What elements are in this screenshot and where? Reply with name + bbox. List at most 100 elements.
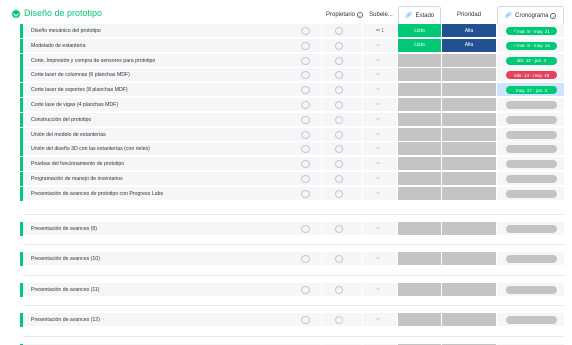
subitems-icon[interactable]: ⫤	[376, 146, 380, 152]
item-name-cell[interactable]: Programación de manejo de inventarios	[23, 172, 293, 186]
avatar-placeholder-icon[interactable]	[335, 56, 343, 65]
status-cell[interactable]	[398, 252, 441, 267]
avatar-placeholder-icon[interactable]	[335, 175, 343, 183]
subitems-cell[interactable]	[363, 38, 397, 53]
table-row[interactable]: Presentación de avances (11) ⫤	[0, 282, 572, 297]
item-name[interactable]: Modelado de estantería	[31, 43, 86, 49]
subitems-cell[interactable]	[363, 282, 397, 297]
subitems-cell[interactable]	[363, 53, 397, 68]
timeline-bar[interactable]: ✓ mar. 8 - may. 21	[506, 27, 557, 35]
timeline-bar[interactable]	[506, 101, 557, 109]
item-name[interactable]: Presentación de avances (10)	[31, 256, 100, 262]
subitems-icon[interactable]: ⫤	[376, 132, 380, 138]
timeline-bar[interactable]: ✓ mar. 8 - may. 14	[506, 41, 557, 50]
comment-icon[interactable]	[301, 101, 310, 109]
table-row[interactable]: Unión del diseño 3D con las estanterías …	[0, 142, 572, 157]
item-name-cell[interactable]: Presentación de avances de prototipo con…	[23, 186, 293, 201]
priority-cell[interactable]	[442, 172, 496, 186]
status-cell[interactable]	[398, 313, 441, 328]
avatar-placeholder-icon[interactable]	[335, 27, 343, 35]
item-name[interactable]: Presentación de avances (9)	[31, 226, 97, 232]
subitems-icon[interactable]: ⫤	[376, 317, 380, 323]
subitems-cell[interactable]	[363, 83, 397, 98]
avatar-placeholder-icon[interactable]	[335, 189, 343, 198]
subitems-cell[interactable]	[363, 221, 397, 236]
status-cell[interactable]	[398, 142, 441, 157]
subitems-icon[interactable]: ⫤	[376, 161, 380, 167]
priority-cell[interactable]	[442, 98, 496, 112]
status-cell[interactable]	[398, 127, 441, 142]
table-row[interactable]: Pruebas del funcionamiento de prototipo ⫤	[0, 157, 572, 172]
comment-icon[interactable]	[301, 41, 310, 50]
table-row[interactable]: Presentación de avances (9) ⫤	[0, 221, 572, 236]
subitems-icon[interactable]: ⫤	[376, 287, 380, 293]
subitems-icon[interactable]: ⫤	[376, 58, 380, 64]
subitems-icon[interactable]: ⫤	[376, 72, 380, 78]
timeline-bar[interactable]	[506, 130, 557, 139]
status-cell[interactable]	[398, 221, 441, 236]
status-cell[interactable]: Listo	[398, 38, 441, 53]
column-header-subitems[interactable]: Subele...	[365, 8, 397, 22]
timeline-bar[interactable]	[506, 316, 557, 325]
table-row[interactable]: Modelado de estantería ⫤ Listo Alta ✓ mar. 8…	[0, 38, 572, 53]
comment-icon[interactable]	[301, 130, 310, 139]
item-name-cell[interactable]: Pruebas del funcionamiento de prototipo	[23, 157, 293, 172]
priority-cell[interactable]	[442, 127, 496, 142]
table-row[interactable]: Corte, Impresión y compra de sensores pa…	[0, 53, 572, 68]
timeline-bar[interactable]	[506, 115, 557, 124]
table-row[interactable]: Corte laser de columnas (6 planchas MDF)…	[0, 68, 572, 83]
timeline-bar[interactable]	[506, 189, 557, 198]
item-name-cell[interactable]: Diseño mecánico del prototipo	[23, 24, 293, 38]
subitems-cell[interactable]	[363, 157, 397, 172]
item-name-cell[interactable]: Modelado de estantería	[23, 38, 293, 53]
column-header-timeline[interactable]: 🔗︎ Cronograma i	[497, 6, 564, 24]
subitems-cell[interactable]	[363, 112, 397, 127]
subitems-icon[interactable]: ⫤	[376, 191, 380, 197]
comment-icon[interactable]	[301, 175, 310, 183]
avatar-placeholder-icon[interactable]	[335, 41, 343, 50]
item-name-cell[interactable]: Corte laser de columnas (6 planchas MDF)	[23, 68, 293, 83]
subitems-cell[interactable]	[363, 313, 397, 328]
comment-icon[interactable]	[301, 56, 310, 65]
priority-cell[interactable]	[442, 83, 496, 98]
timeline-bar[interactable]	[506, 175, 557, 183]
item-name-cell[interactable]: Corte laser de soportes (8 planchas MDF)	[23, 83, 293, 98]
status-cell[interactable]	[398, 172, 441, 186]
priority-cell[interactable]: Alta	[442, 38, 496, 53]
avatar-placeholder-icon[interactable]	[335, 224, 343, 233]
status-cell[interactable]	[398, 83, 441, 98]
subitems-cell[interactable]	[363, 252, 397, 267]
timeline-bar[interactable]: ! abr. 14 - may. 18	[506, 71, 557, 80]
item-name[interactable]: Programación de manejo de inventarios	[31, 176, 123, 182]
comment-icon[interactable]	[301, 189, 310, 198]
table-row[interactable]: Unión del modelo de estanterías ⫤	[0, 127, 572, 142]
item-name[interactable]: Unión del diseño 3D con las estanterías …	[31, 146, 150, 152]
priority-cell[interactable]	[442, 252, 496, 267]
table-row[interactable]: Presentación de avances (12) ⫤	[0, 313, 572, 328]
item-name[interactable]: Corte lase de vigas (4 planchas MDF)	[31, 102, 118, 108]
subitems-icon[interactable]: ⫤	[376, 43, 380, 49]
subitems-icon[interactable]: ⫤	[376, 102, 380, 108]
item-name-cell[interactable]: Unión del modelo de estanterías	[23, 127, 293, 142]
group-collapse-icon[interactable]	[12, 10, 20, 18]
subitems-icon[interactable]: ⫤	[376, 176, 380, 182]
avatar-placeholder-icon[interactable]	[335, 101, 343, 109]
item-name[interactable]: Corte laser de columnas (6 planchas MDF)	[31, 72, 130, 78]
subitems-cell[interactable]	[363, 68, 397, 83]
comment-icon[interactable]	[301, 27, 310, 35]
subitems-icon[interactable]: ⫤	[376, 87, 380, 93]
item-name[interactable]: Construcción del prototipo	[31, 117, 91, 123]
table-row[interactable]: Programación de manejo de inventarios ⫤	[0, 172, 572, 186]
priority-cell[interactable]: Alta	[442, 24, 496, 38]
priority-cell[interactable]	[442, 53, 496, 68]
subitems-cell[interactable]	[363, 98, 397, 112]
table-row[interactable]: Corte lase de vigas (4 planchas MDF) ⫤	[0, 98, 572, 112]
timeline-bar[interactable]: may. 17 - jun. 4	[506, 86, 557, 95]
table-row[interactable]: Corte laser de soportes (8 planchas MDF)…	[0, 83, 572, 98]
status-cell[interactable]	[398, 112, 441, 127]
item-name[interactable]: Corte, Impresión y compra de sensores pa…	[31, 58, 155, 64]
priority-cell[interactable]	[442, 112, 496, 127]
status-cell[interactable]	[398, 53, 441, 68]
timeline-bar[interactable]	[506, 160, 557, 169]
avatar-placeholder-icon[interactable]	[335, 130, 343, 139]
